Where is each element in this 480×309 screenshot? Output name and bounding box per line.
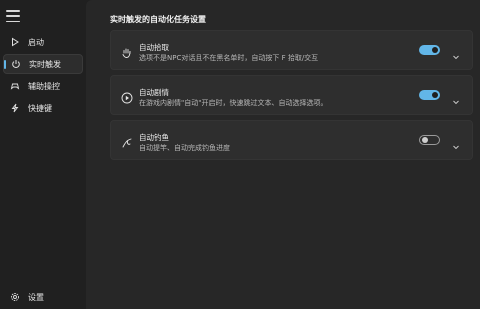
card-description: 选项不是NPC对话且不在黑名单时，自动按下 F 拾取/交互	[139, 54, 319, 62]
sidebar-item-label: 快捷键	[28, 103, 52, 113]
auto-story-toggle[interactable]	[419, 90, 440, 100]
lightning-icon	[8, 101, 22, 115]
card-title: 自动剧情	[139, 88, 169, 97]
sidebar-item-label: 实时触发	[29, 59, 61, 69]
card-auto-fishing[interactable]: 自动钓鱼 自动提竿、自动完成钓鱼进度	[110, 120, 473, 160]
sidebar-item-settings[interactable]: 设置	[3, 287, 83, 307]
card-title: 自动拾取	[139, 43, 169, 52]
auto-pickup-toggle[interactable]	[419, 45, 440, 55]
sidebar-item-assist-control[interactable]: 辅助操控	[3, 76, 83, 96]
main-panel: 实时触发的自动化任务设置 自动拾取 选项不是NPC对话且不在黑名单时，自动按下 …	[86, 0, 480, 309]
toggle-knob	[432, 47, 438, 53]
card-description: 自动提竿、自动完成钓鱼进度	[139, 144, 230, 152]
fishing-icon	[121, 134, 133, 148]
sidebar-item-label: 启动	[28, 37, 44, 47]
gear-icon	[8, 290, 22, 304]
toggle-knob	[432, 92, 438, 98]
play-icon	[8, 35, 22, 49]
section-title: 实时触发的自动化任务设置	[110, 15, 206, 24]
card-title: 自动钓鱼	[139, 133, 169, 142]
card-auto-story[interactable]: 自动剧情 在游戏内剧情"自动"开启时，快速跳过文本、自动选择选项。	[110, 75, 473, 115]
sidebar: 启动 实时触发 辅助操控 快捷键 设置	[0, 0, 86, 309]
card-auto-pickup[interactable]: 自动拾取 选项不是NPC对话且不在黑名单时，自动按下 F 拾取/交互	[110, 30, 473, 70]
hand-icon	[121, 44, 133, 58]
sidebar-item-label: 设置	[28, 292, 44, 302]
auto-fishing-toggle[interactable]	[419, 135, 440, 145]
chevron-down-icon[interactable]	[452, 136, 460, 150]
sidebar-item-label: 辅助操控	[28, 81, 60, 91]
active-indicator	[4, 60, 6, 69]
chevron-down-icon[interactable]	[452, 46, 460, 60]
sidebar-item-hotkeys[interactable]: 快捷键	[3, 98, 83, 118]
card-description: 在游戏内剧情"自动"开启时，快速跳过文本、自动选择选项。	[139, 99, 328, 107]
play-circle-icon	[121, 89, 133, 104]
power-icon	[9, 57, 23, 71]
gamepad-icon	[8, 79, 22, 93]
sidebar-item-start[interactable]: 启动	[3, 32, 83, 52]
sidebar-item-realtime-trigger[interactable]: 实时触发	[3, 54, 83, 74]
chevron-down-icon[interactable]	[452, 91, 460, 105]
toggle-knob	[422, 137, 428, 143]
menu-icon[interactable]	[6, 10, 20, 22]
